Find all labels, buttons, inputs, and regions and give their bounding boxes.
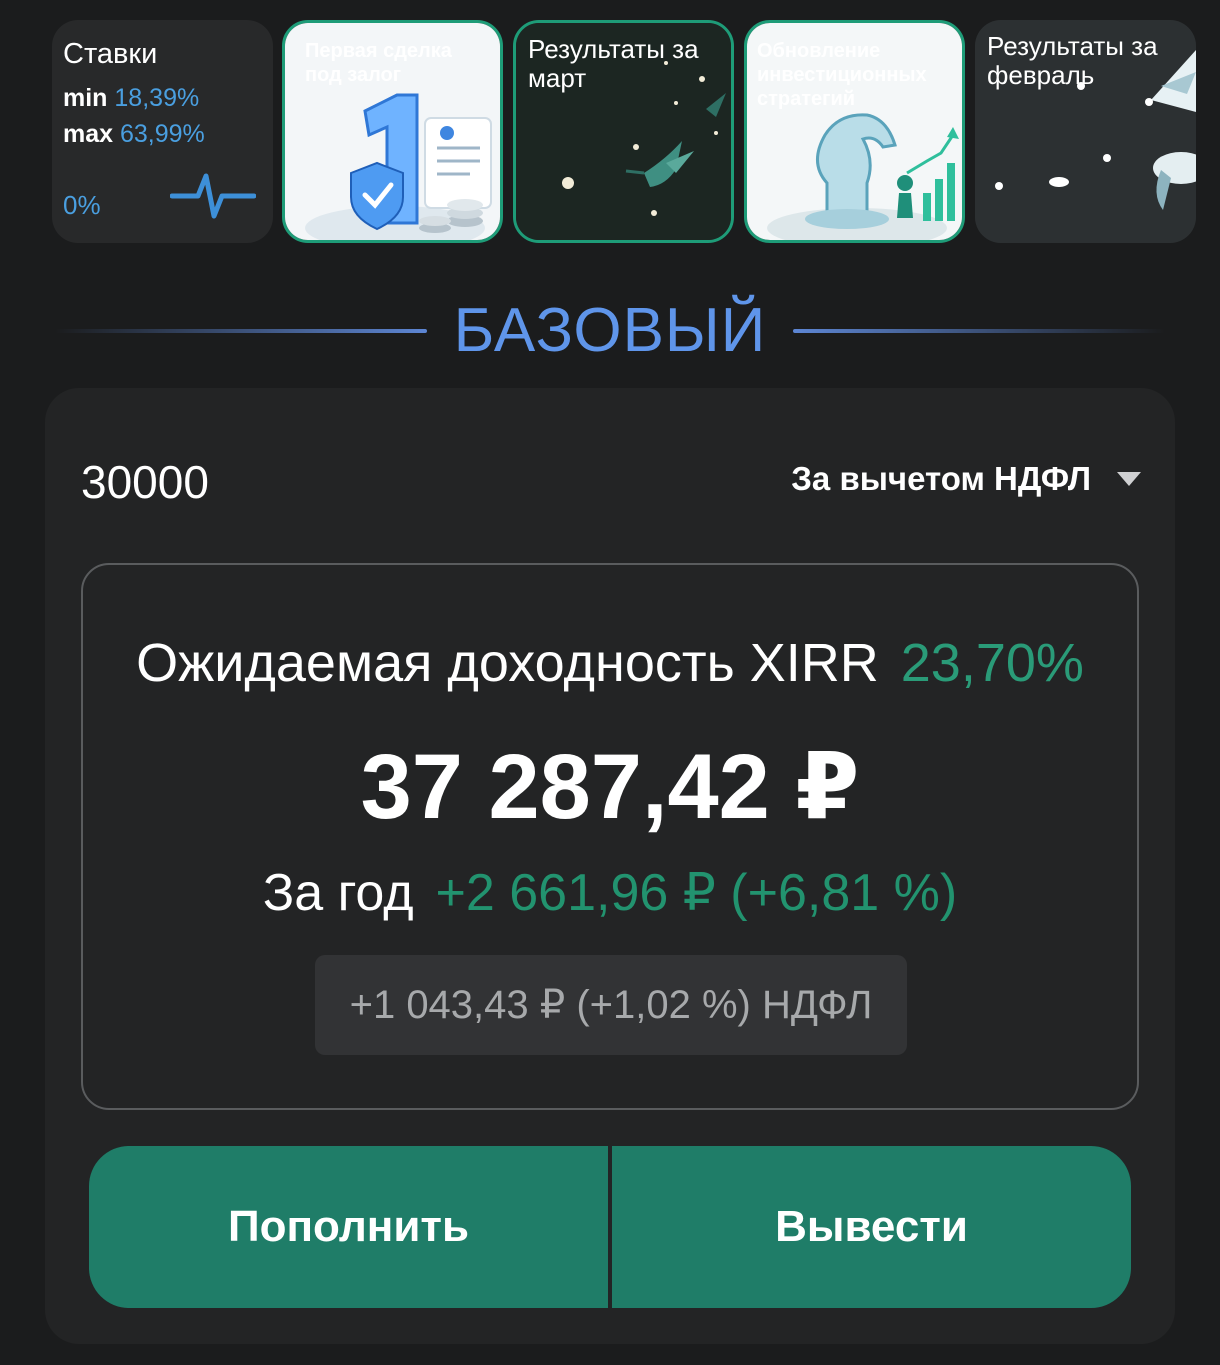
rates-min-value: 18,39% (114, 84, 200, 112)
amount-input[interactable]: 30000 (81, 455, 209, 509)
story-results-march[interactable]: Результаты за март (513, 20, 734, 243)
total-amount: 37 287,42 ₽ (360, 736, 860, 838)
ndfl-badge: +1 043,43 ₽ (+1,02 %) НДФЛ (315, 955, 907, 1055)
story-title: Обновление инвестиционных стратегий (757, 40, 927, 110)
rates-zero: 0% (63, 190, 101, 220)
deposit-button[interactable]: Пополнить (89, 1146, 608, 1308)
xirr-value: 23,70% (900, 633, 1084, 693)
withdraw-button[interactable]: Вывести (612, 1146, 1131, 1308)
tax-mode-select[interactable]: За вычетом НДФЛ (791, 460, 1141, 498)
rates-min-label: min (63, 84, 108, 112)
story-title: Результаты за февраль (987, 31, 1158, 90)
rates-max-value: 63,99% (120, 120, 205, 148)
story-title: Результаты за март (528, 34, 699, 93)
story-results-february[interactable]: Результаты за февраль (975, 20, 1196, 243)
action-buttons: Пополнить Вывести (89, 1146, 1131, 1308)
rates-title: Ставки (63, 38, 158, 70)
result-panel: Ожидаемая доходность XIRR 23,70% 37 287,4… (81, 563, 1139, 1110)
profit-calculator-card: 30000 За вычетом НДФЛ Ожидаемая доходнос… (45, 388, 1175, 1344)
story-first-deal[interactable]: Первая сделка под залог (282, 20, 503, 243)
story-strategies-update[interactable]: Обновление инвестиционных стратегий (744, 20, 965, 243)
year-change-value: +2 661,96 ₽ (+6,81 %) (435, 864, 958, 922)
year-label: За год (262, 864, 414, 922)
rates-max: max 63,99% (63, 120, 205, 149)
xirr-row: Ожидаемая доходность XIRR 23,70% (99, 631, 1121, 695)
rates-max-label: max (63, 120, 114, 148)
xirr-label: Ожидаемая доходность XIRR (136, 633, 879, 693)
year-change-row: За год +2 661,96 ₽ (+6,81 %) (83, 863, 1137, 923)
pulse-icon (170, 173, 256, 219)
stories-carousel: Ставки min 18,39% max 63,99% 0% Первая с… (52, 20, 1220, 243)
chevron-down-icon (1117, 472, 1141, 486)
tax-mode-label: За вычетом НДФЛ (791, 460, 1091, 497)
section-heading: БАЗОВЫЙ (55, 295, 1165, 367)
story-rates[interactable]: Ставки min 18,39% max 63,99% 0% (52, 20, 273, 243)
rates-min: min 18,39% (63, 84, 199, 113)
story-title: Первая сделка под залог (305, 40, 452, 86)
section-title: БАЗОВЫЙ (453, 296, 767, 365)
